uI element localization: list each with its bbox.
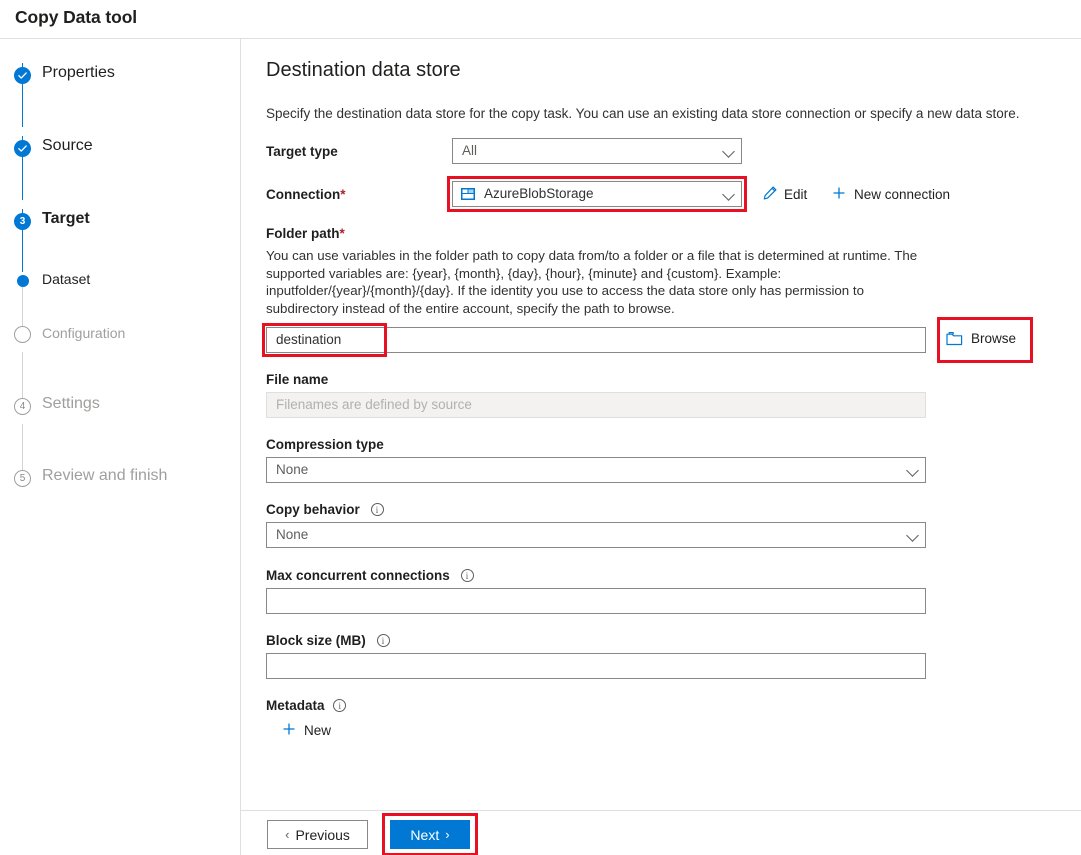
folder-path-value: destination bbox=[276, 332, 342, 347]
step-number-badge: 5 bbox=[14, 470, 31, 487]
target-type-label: Target type bbox=[266, 144, 338, 159]
next-button[interactable]: Next › bbox=[390, 820, 470, 849]
sidebar-step-target[interactable]: 3 Target bbox=[0, 209, 241, 239]
sidebar-step-configuration[interactable]: Configuration bbox=[0, 322, 241, 352]
copy-behavior-dropdown[interactable]: None bbox=[266, 522, 926, 548]
window-title: Copy Data tool bbox=[15, 7, 138, 27]
connection-dropdown[interactable]: AzureBlobStorage bbox=[452, 181, 742, 207]
chevron-down-icon bbox=[722, 145, 735, 158]
browse-label: Browse bbox=[971, 331, 1017, 346]
sidebar-step-review-and-finish[interactable]: 5 Review and finish bbox=[0, 466, 241, 496]
check-icon bbox=[14, 140, 31, 157]
connection-value: AzureBlobStorage bbox=[484, 186, 594, 201]
circle-icon bbox=[14, 326, 31, 343]
copy-data-tool-window: Copy Data tool Properties Source 3 Targe… bbox=[0, 0, 1081, 855]
wizard-footer: ‹ Previous Next › bbox=[241, 810, 1081, 855]
connection-label: Connection* bbox=[266, 187, 346, 202]
folder-path-label: Folder path* bbox=[266, 226, 345, 241]
sidebar-step-label: Dataset bbox=[42, 271, 91, 287]
info-icon[interactable]: i bbox=[370, 503, 384, 516]
max-concurrent-connections-label: Max concurrent connections i bbox=[266, 568, 474, 583]
block-size-label: Block size (MB) i bbox=[266, 633, 390, 648]
previous-button[interactable]: ‹ Previous bbox=[267, 820, 368, 849]
sidebar-step-label: Review and finish bbox=[42, 467, 168, 484]
required-asterisk: * bbox=[340, 187, 346, 202]
edit-connection-button[interactable]: Edit bbox=[762, 185, 807, 202]
sidebar-step-properties[interactable]: Properties bbox=[0, 63, 241, 93]
max-concurrent-connections-input[interactable] bbox=[266, 588, 926, 614]
block-size-input[interactable] bbox=[266, 653, 926, 679]
previous-label: Previous bbox=[295, 826, 350, 843]
info-icon[interactable]: i bbox=[333, 699, 347, 712]
step-number-badge: 3 bbox=[14, 213, 31, 230]
target-type-value: All bbox=[462, 143, 478, 158]
dot-icon bbox=[16, 274, 29, 287]
sidebar-step-label: Settings bbox=[42, 395, 100, 412]
browse-button[interactable]: Browse bbox=[946, 331, 1016, 346]
file-name-input[interactable]: Filenames are defined by source bbox=[266, 392, 926, 418]
copy-behavior-value: None bbox=[276, 527, 309, 542]
check-icon bbox=[14, 67, 31, 84]
chevron-down-icon bbox=[906, 529, 919, 542]
sidebar-step-source[interactable]: Source bbox=[0, 136, 241, 166]
main-content-panel: Destination data store Specify the desti… bbox=[241, 39, 1081, 810]
max-concurrent-connections-label-text: Max concurrent connections bbox=[266, 568, 450, 583]
window-title-bar: Copy Data tool bbox=[0, 0, 1081, 39]
sidebar-step-settings[interactable]: 4 Settings bbox=[0, 394, 241, 424]
sidebar-step-dataset[interactable]: Dataset bbox=[0, 268, 241, 298]
blob-storage-icon bbox=[461, 188, 475, 200]
folder-path-help-text: You can use variables in the folder path… bbox=[266, 248, 918, 316]
page-description: Specify the destination data store for t… bbox=[266, 106, 1020, 121]
folder-path-label-text: Folder path bbox=[266, 226, 340, 241]
edit-connection-label: Edit bbox=[784, 187, 808, 202]
info-icon[interactable]: i bbox=[376, 634, 390, 647]
folder-path-input[interactable]: destination bbox=[266, 327, 926, 353]
sidebar-step-label: Source bbox=[42, 137, 93, 154]
pencil-icon bbox=[762, 185, 778, 201]
plus-icon bbox=[831, 185, 847, 201]
metadata-new-label: New bbox=[304, 723, 332, 738]
sidebar-step-label: Target bbox=[42, 210, 90, 227]
file-name-label: File name bbox=[266, 372, 329, 387]
metadata-label: Metadata i bbox=[266, 698, 347, 713]
file-name-placeholder: Filenames are defined by source bbox=[276, 397, 472, 412]
compression-type-value: None bbox=[276, 462, 309, 477]
page-title: Destination data store bbox=[266, 59, 461, 81]
sidebar-step-label: Properties bbox=[42, 64, 115, 81]
metadata-label-text: Metadata bbox=[266, 698, 325, 713]
connection-label-text: Connection bbox=[266, 187, 341, 202]
sidebar-step-label: Configuration bbox=[42, 325, 126, 341]
folder-icon bbox=[946, 331, 963, 346]
compression-type-dropdown[interactable]: None bbox=[266, 457, 926, 483]
chevron-down-icon bbox=[722, 188, 735, 201]
step-number-badge: 4 bbox=[14, 398, 31, 415]
chevron-down-icon bbox=[906, 464, 919, 477]
block-size-label-text: Block size (MB) bbox=[266, 633, 366, 648]
chevron-left-icon: ‹ bbox=[285, 827, 290, 842]
copy-behavior-label: Copy behavior i bbox=[266, 502, 384, 517]
next-label: Next bbox=[410, 826, 440, 843]
new-connection-button[interactable]: New connection bbox=[831, 185, 950, 202]
metadata-new-button[interactable]: New bbox=[281, 721, 331, 738]
new-connection-label: New connection bbox=[854, 187, 951, 202]
wizard-sidebar: Properties Source 3 Target Dataset Confi… bbox=[0, 39, 241, 855]
info-icon[interactable]: i bbox=[460, 569, 474, 582]
target-type-dropdown[interactable]: All bbox=[452, 138, 742, 164]
plus-icon bbox=[281, 721, 297, 737]
required-asterisk: * bbox=[339, 226, 345, 241]
copy-behavior-label-text: Copy behavior bbox=[266, 502, 360, 517]
compression-type-label: Compression type bbox=[266, 437, 384, 452]
chevron-right-icon: › bbox=[445, 827, 450, 842]
